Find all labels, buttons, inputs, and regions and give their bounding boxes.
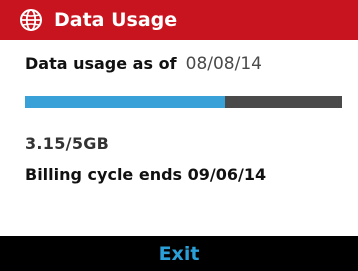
globe-icon: [18, 7, 44, 33]
usage-amount: 3.15/5GB: [25, 134, 110, 153]
usage-panel: Data usage as of 08/08/14 3.15/5GB Billi…: [0, 40, 358, 236]
footer-bar: Exit: [0, 236, 358, 271]
usage-as-of-line: Data usage as of 08/08/14: [25, 54, 262, 74]
usage-progress-fill: [25, 96, 225, 108]
billing-cycle-text: Billing cycle ends 09/06/14: [25, 165, 267, 184]
usage-as-of-date: 08/08/14: [185, 54, 262, 74]
page-title: Data Usage: [54, 9, 178, 31]
exit-button[interactable]: Exit: [159, 243, 200, 265]
usage-as-of-label: Data usage as of: [25, 54, 177, 73]
header-bar: Data Usage: [0, 0, 358, 40]
usage-progress-bar: [25, 96, 342, 108]
